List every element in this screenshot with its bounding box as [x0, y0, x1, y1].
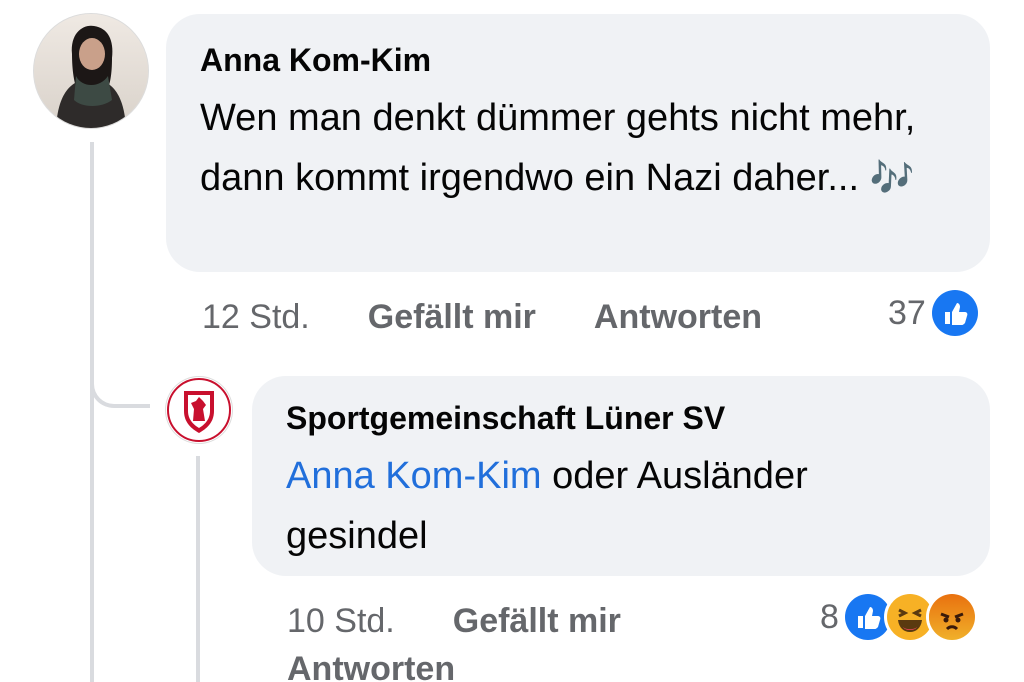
thread-line	[90, 142, 94, 682]
like-button[interactable]: Gefällt mir	[368, 298, 536, 337]
like-button[interactable]: Gefällt mir	[453, 602, 621, 641]
reply-timestamp[interactable]: 10 Std.	[287, 602, 395, 641]
music-notes-icon: 🎶	[869, 157, 915, 198]
profile-photo	[34, 14, 148, 128]
avatar[interactable]	[34, 14, 148, 128]
like-icon	[931, 290, 978, 336]
comment-bubble: Anna Kom-Kim Wen man denkt dümmer gehts …	[166, 14, 990, 272]
comment-timestamp[interactable]: 12 Std.	[202, 298, 310, 337]
reply-button[interactable]: Antworten	[594, 298, 762, 337]
reaction-count: 37	[888, 293, 926, 332]
avatar[interactable]	[166, 377, 232, 443]
reply-thread-line	[196, 456, 200, 682]
reply-text: Anna Kom-Kim oder Ausländer gesindel	[286, 446, 956, 566]
angry-icon	[928, 594, 975, 640]
reply-bubble: Sportgemeinschaft Lüner SV Anna Kom-Kim …	[252, 376, 990, 576]
like-icon	[844, 594, 891, 640]
comment-thread: Anna Kom-Kim Wen man denkt dümmer gehts …	[0, 0, 1024, 682]
reaction-summary[interactable]: 8	[820, 592, 975, 642]
comment-text: Wen man denkt dümmer gehts nicht mehr, d…	[200, 88, 956, 208]
comment-author[interactable]: Anna Kom-Kim	[200, 40, 956, 80]
club-logo	[167, 378, 231, 442]
reply-button[interactable]: Antworten	[287, 650, 455, 682]
haha-icon	[886, 594, 933, 640]
reply-actions: 10 Std. Gefällt mir	[287, 596, 679, 646]
mention-link[interactable]: Anna Kom-Kim	[286, 455, 542, 497]
reaction-summary[interactable]: 37	[888, 288, 978, 338]
reaction-count: 8	[820, 597, 839, 636]
comment-body: Wen man denkt dümmer gehts nicht mehr, d…	[200, 97, 916, 199]
comment-actions: 12 Std. Gefällt mir Antworten	[202, 292, 820, 342]
reply-author[interactable]: Sportgemeinschaft Lüner SV	[286, 398, 956, 438]
thread-connector	[90, 330, 150, 408]
